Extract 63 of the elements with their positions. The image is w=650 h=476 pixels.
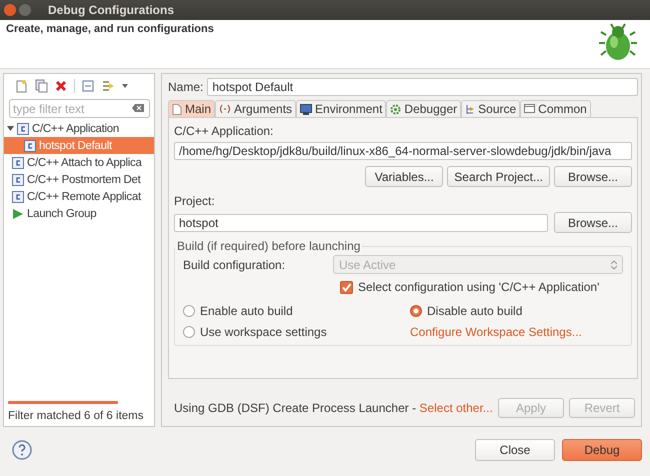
dialog-button[interactable]: Variables... xyxy=(365,166,444,187)
filter-icon[interactable] xyxy=(101,79,115,93)
radio-option[interactable]: Enable auto build xyxy=(183,304,410,318)
radio-button[interactable] xyxy=(183,305,195,317)
help-icon[interactable] xyxy=(12,440,32,460)
tree-item[interactable]: C/C++ Attach to Applica xyxy=(4,154,154,171)
variable-icon xyxy=(219,104,232,114)
window-title: Debug Configurations xyxy=(48,3,174,17)
minimize-icon[interactable] xyxy=(19,4,31,16)
dialog-button[interactable]: Close xyxy=(475,439,555,461)
tree-item[interactable]: C/C++ Postmortem Det xyxy=(4,171,154,188)
tab[interactable]: Debugger xyxy=(386,100,462,117)
tree-item[interactable]: Launch Group xyxy=(4,205,154,222)
spinner-arrows-icon xyxy=(611,260,617,270)
close-icon[interactable] xyxy=(4,4,16,16)
filter-field[interactable]: type filter text xyxy=(9,99,150,118)
c-file-icon xyxy=(12,190,24,202)
collapse-icon[interactable] xyxy=(81,79,95,93)
project-label: Project: xyxy=(174,194,216,208)
browse-button[interactable]: Browse... xyxy=(554,212,632,233)
tab[interactable]: Arguments xyxy=(215,100,296,117)
dropdown-arrow-icon[interactable] xyxy=(121,83,129,89)
radio-button[interactable] xyxy=(183,326,195,338)
project-field[interactable]: hotspot xyxy=(174,214,548,232)
new-document-icon[interactable] xyxy=(14,79,28,93)
name-label: Name: xyxy=(168,80,204,94)
checkbox-option[interactable]: Select configuration using 'C/C++ Application' xyxy=(340,280,623,294)
tab[interactable]: Main xyxy=(168,100,216,117)
document-icon xyxy=(172,104,182,114)
radio-button[interactable] xyxy=(410,305,422,317)
group-title: Build (if required) before launching xyxy=(176,239,362,253)
c-file-icon xyxy=(12,156,24,168)
clear-icon[interactable] xyxy=(132,103,145,113)
dialog-button[interactable]: Search Project... xyxy=(447,166,550,187)
play-icon xyxy=(12,208,24,220)
monitor-icon xyxy=(300,104,312,114)
source-icon xyxy=(465,104,476,114)
launcher-text: Using GDB (DSF) Create Process Launcher - Select other... xyxy=(174,401,493,415)
duplicate-icon[interactable] xyxy=(34,79,48,93)
window-icon xyxy=(524,104,536,114)
expand-arrow-icon[interactable] xyxy=(7,124,15,132)
tab[interactable]: Environment xyxy=(296,100,386,117)
filter-status-text: Filter matched 6 of 6 items xyxy=(7,409,144,424)
application-label: C/C++ Application: xyxy=(174,124,274,138)
c-file-icon xyxy=(24,140,36,152)
build-configuration-label: Build configuration: xyxy=(183,258,286,272)
header-title: Create, manage, and run configurations xyxy=(6,23,214,37)
tab[interactable]: Source xyxy=(461,100,520,117)
c-file-icon xyxy=(17,122,29,134)
checkmark-icon xyxy=(341,282,352,292)
name-field[interactable]: hotspot Default xyxy=(207,78,638,96)
tab[interactable]: Common xyxy=(520,100,591,117)
application-field[interactable]: /home/hg/Desktop/jdk8u/build/linux-x86_64-normal-server-slowdebug/jdk/bin/java xyxy=(174,142,632,160)
radio-option[interactable]: Use workspace settings xyxy=(183,325,410,339)
tree-item[interactable]: C/C++ Application xyxy=(4,120,154,137)
radio-option[interactable]: Disable auto build xyxy=(410,304,623,318)
dialog-button[interactable]: Debug xyxy=(562,439,642,461)
c-file-icon xyxy=(12,174,24,186)
delete-icon[interactable] xyxy=(54,79,68,93)
gear-icon xyxy=(390,104,402,114)
tree-item[interactable]: C/C++ Remote Applicat xyxy=(4,188,154,205)
checkbox[interactable] xyxy=(340,280,353,294)
dialog-button[interactable]: Browse... xyxy=(554,166,632,187)
